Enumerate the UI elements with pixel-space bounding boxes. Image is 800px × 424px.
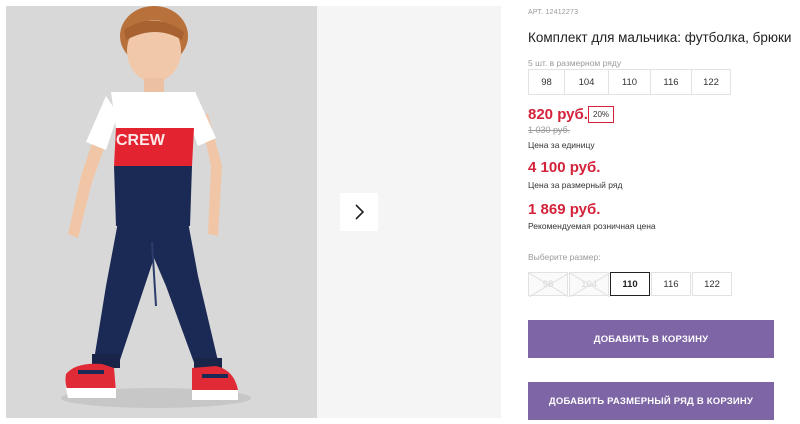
size-option-110[interactable]: 110 — [610, 272, 650, 296]
size-picker: 98 104 110 116 122 — [528, 272, 732, 297]
size-row-table: 98 104 110 116 122 — [528, 69, 731, 95]
size-row-cell: 104 — [564, 69, 609, 95]
unavailable-cross-icon — [570, 273, 610, 297]
size-option-116[interactable]: 116 — [651, 272, 691, 296]
size-row-cell: 122 — [691, 69, 731, 95]
size-option-122[interactable]: 122 — [692, 272, 732, 296]
size-option-label: 116 — [663, 278, 679, 290]
sku: АРТ. 12412273 — [528, 9, 578, 16]
size-row-cell: 110 — [608, 69, 651, 95]
unit-price: 820 руб. — [528, 106, 588, 123]
old-price: 1 030 руб. — [528, 125, 571, 135]
size-row-label: 5 шт. в размерном ряду — [528, 58, 622, 68]
unit-price-caption: Цена за единицу — [528, 140, 595, 150]
retail-price-caption: Рекомендуемая розничная цена — [528, 221, 656, 231]
choose-size-label: Выберите размер: — [528, 252, 601, 262]
chevron-right-icon — [355, 204, 365, 220]
size-row-cell: 116 — [650, 69, 692, 95]
product-photo-image: CREW — [6, 6, 317, 418]
gallery-next-button[interactable] — [340, 193, 378, 231]
size-option-104: 104 — [569, 272, 610, 297]
svg-text:CREW: CREW — [116, 132, 166, 149]
unavailable-cross-icon — [529, 273, 569, 297]
sku-label: АРТ. — [528, 9, 544, 16]
add-to-cart-button[interactable]: ДОБАВИТЬ В КОРЗИНУ — [528, 320, 774, 358]
product-photo[interactable]: CREW — [6, 6, 317, 418]
row-price: 4 100 руб. — [528, 159, 601, 176]
row-price-caption: Цена за размерный ряд — [528, 180, 623, 190]
product-title: Комплект для мальчика: футболка, брюки — [528, 30, 792, 45]
discount-badge: 20% — [588, 106, 615, 123]
size-option-label: 122 — [704, 278, 720, 290]
add-size-row-to-cart-button[interactable]: ДОБАВИТЬ РАЗМЕРНЫЙ РЯД В КОРЗИНУ — [528, 382, 774, 420]
product-gallery: CREW — [0, 0, 501, 424]
size-option-98: 98 — [528, 272, 569, 297]
sku-value: 12412273 — [545, 9, 579, 16]
size-option-label: 110 — [622, 278, 638, 290]
retail-price: 1 869 руб. — [528, 201, 601, 218]
size-row-cell: 98 — [528, 69, 565, 95]
